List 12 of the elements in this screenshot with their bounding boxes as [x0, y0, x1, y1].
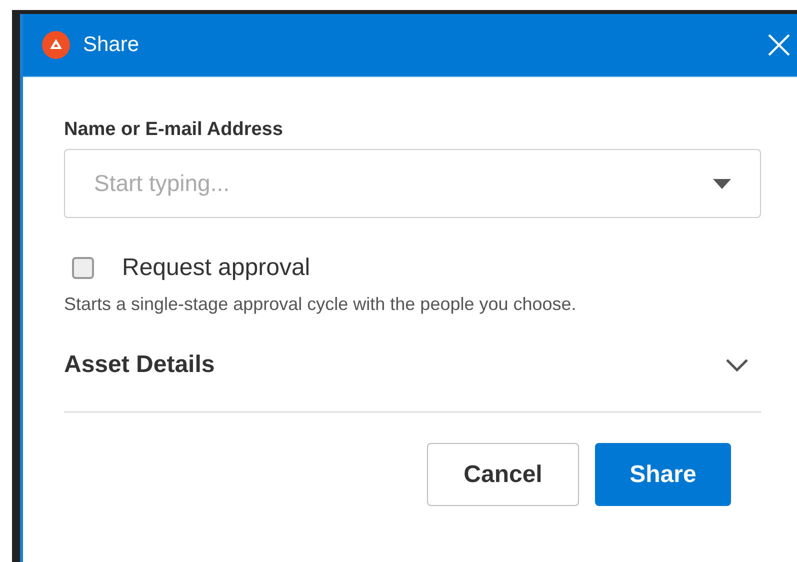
share-button[interactable]: Share — [595, 443, 731, 506]
cancel-button[interactable]: Cancel — [427, 443, 579, 506]
recipient-field[interactable]: Start typing... — [64, 149, 761, 218]
chevron-icon — [725, 358, 749, 372]
hint-text: Starts a single-stage approval cycle with the people you choose. — [64, 294, 578, 315]
field-label: Name or E-mail Address — [64, 119, 284, 141]
dropdown-caret-icon — [713, 179, 731, 189]
checkbox[interactable] — [72, 257, 94, 279]
logo-icon — [42, 31, 70, 59]
dialog-title: Share — [83, 33, 140, 57]
checkbox-label: Request approval — [122, 254, 310, 282]
asset-details-toggle[interactable]: Asset Details — [64, 351, 761, 413]
